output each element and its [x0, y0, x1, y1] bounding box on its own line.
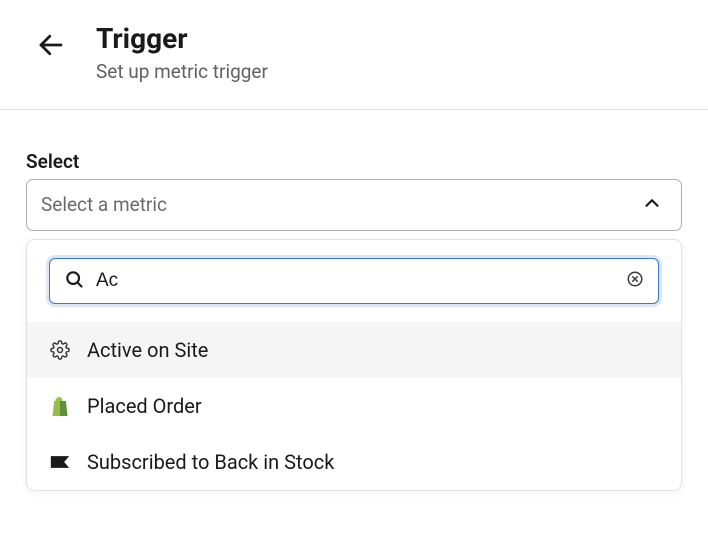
search-icon [64, 269, 84, 293]
back-button[interactable] [36, 22, 66, 63]
select-placeholder: Select a metric [41, 193, 167, 216]
content-area: Select Select a metric [0, 110, 708, 491]
metric-option-subscribed-back-in-stock[interactable]: Subscribed to Back in Stock [27, 434, 681, 490]
chevron-up-icon [641, 192, 663, 218]
flag-icon [49, 451, 71, 473]
shopify-bag-icon [49, 395, 71, 417]
metric-select[interactable]: Select a metric [26, 179, 682, 231]
option-label: Placed Order [87, 394, 202, 418]
arrow-left-icon [36, 30, 66, 63]
search-field[interactable] [49, 258, 659, 304]
page-header: Trigger Set up metric trigger [0, 0, 708, 109]
gear-icon [49, 339, 71, 361]
option-label: Subscribed to Back in Stock [87, 450, 334, 474]
search-input[interactable] [94, 269, 616, 293]
title-block: Trigger Set up metric trigger [96, 22, 268, 83]
page-subtitle: Set up metric trigger [96, 60, 268, 83]
clear-search-button[interactable] [626, 270, 644, 291]
metric-dropdown: Active on Site Placed Order Subscribed t… [26, 239, 682, 491]
page-title: Trigger [96, 22, 268, 56]
option-label: Active on Site [87, 338, 208, 362]
metric-option-active-on-site[interactable]: Active on Site [27, 322, 681, 378]
search-wrap [27, 240, 681, 322]
metric-option-placed-order[interactable]: Placed Order [27, 378, 681, 434]
close-circle-icon [626, 270, 644, 291]
select-field-label: Select [26, 150, 682, 173]
